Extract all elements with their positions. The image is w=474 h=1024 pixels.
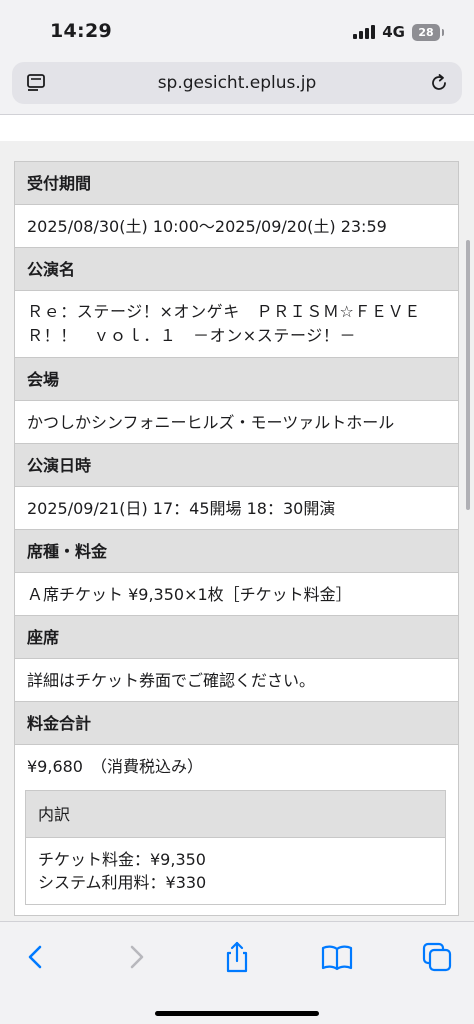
ticket-details-table: 受付期間 2025/08/30(土) 10:00〜2025/09/20(土) 2… [14, 161, 459, 916]
breakdown-header: 内訳 [26, 791, 445, 838]
performance-name-header: 公演名 [15, 248, 458, 291]
reception-period-header: 受付期間 [15, 162, 458, 205]
seat-type-value: Ａ席チケット ¥9,350×1枚［チケット料金］ [15, 573, 458, 616]
status-indicators: 4G 28 [353, 22, 444, 42]
network-type: 4G [382, 23, 405, 41]
web-page[interactable]: 受付期間 2025/08/30(土) 10:00〜2025/09/20(土) 2… [0, 115, 474, 921]
status-bar: 14:29 4G 28 [0, 0, 474, 58]
status-time: 14:29 [50, 20, 112, 42]
share-icon[interactable] [219, 940, 255, 974]
breakdown-ticket-fee: チケット料金：¥9,350 [38, 850, 206, 869]
total-section: ¥9,680 （消費税込み） 内訳 チケット料金：¥9,350 システム利用料：… [15, 745, 458, 915]
total-header: 料金合計 [15, 702, 458, 745]
address-bar-area: sp.gesicht.eplus.jp [0, 58, 474, 114]
url-text[interactable]: sp.gesicht.eplus.jp [12, 73, 462, 93]
datetime-value: 2025/09/21(日) 17：45開場 18：30開演 [15, 487, 458, 530]
venue-value: かつしかシンフォニーヒルズ・モーツァルトホール [15, 401, 458, 444]
chevron-right-icon[interactable] [118, 940, 154, 974]
breakdown-body: チケット料金：¥9,350 システム利用料：¥330 [26, 838, 445, 904]
total-value: ¥9,680 （消費税込み） [27, 757, 203, 776]
tabs-icon[interactable] [419, 940, 455, 974]
address-bar[interactable]: sp.gesicht.eplus.jp [12, 62, 462, 104]
seat-value: 詳細はチケット券面でご確認ください。 [15, 659, 458, 702]
breakdown-system-fee: システム利用料：¥330 [38, 873, 207, 892]
reload-icon[interactable] [428, 72, 450, 94]
battery-icon: 28 [412, 23, 444, 41]
performance-name-value: Ｒｅ：ステージ！×オンゲキ ＰＲＩＳＭ☆ＦＥＶＥＲ！！ ｖｏｌ．１ －オン×ステ… [15, 291, 458, 358]
seat-type-header: 席種・料金 [15, 530, 458, 573]
scroll-indicator[interactable] [466, 240, 470, 510]
venue-header: 会場 [15, 358, 458, 401]
cellular-signal-icon [353, 25, 376, 39]
breakdown-box: 内訳 チケット料金：¥9,350 システム利用料：¥330 [25, 790, 446, 905]
datetime-header: 公演日時 [15, 444, 458, 487]
bookmarks-icon[interactable] [319, 940, 355, 974]
browser-toolbar [0, 921, 474, 1024]
home-indicator[interactable] [155, 1011, 319, 1016]
reception-period-value: 2025/08/30(土) 10:00〜2025/09/20(土) 23:59 [15, 205, 458, 248]
seat-header: 座席 [15, 616, 458, 659]
chevron-left-icon[interactable] [18, 940, 54, 974]
